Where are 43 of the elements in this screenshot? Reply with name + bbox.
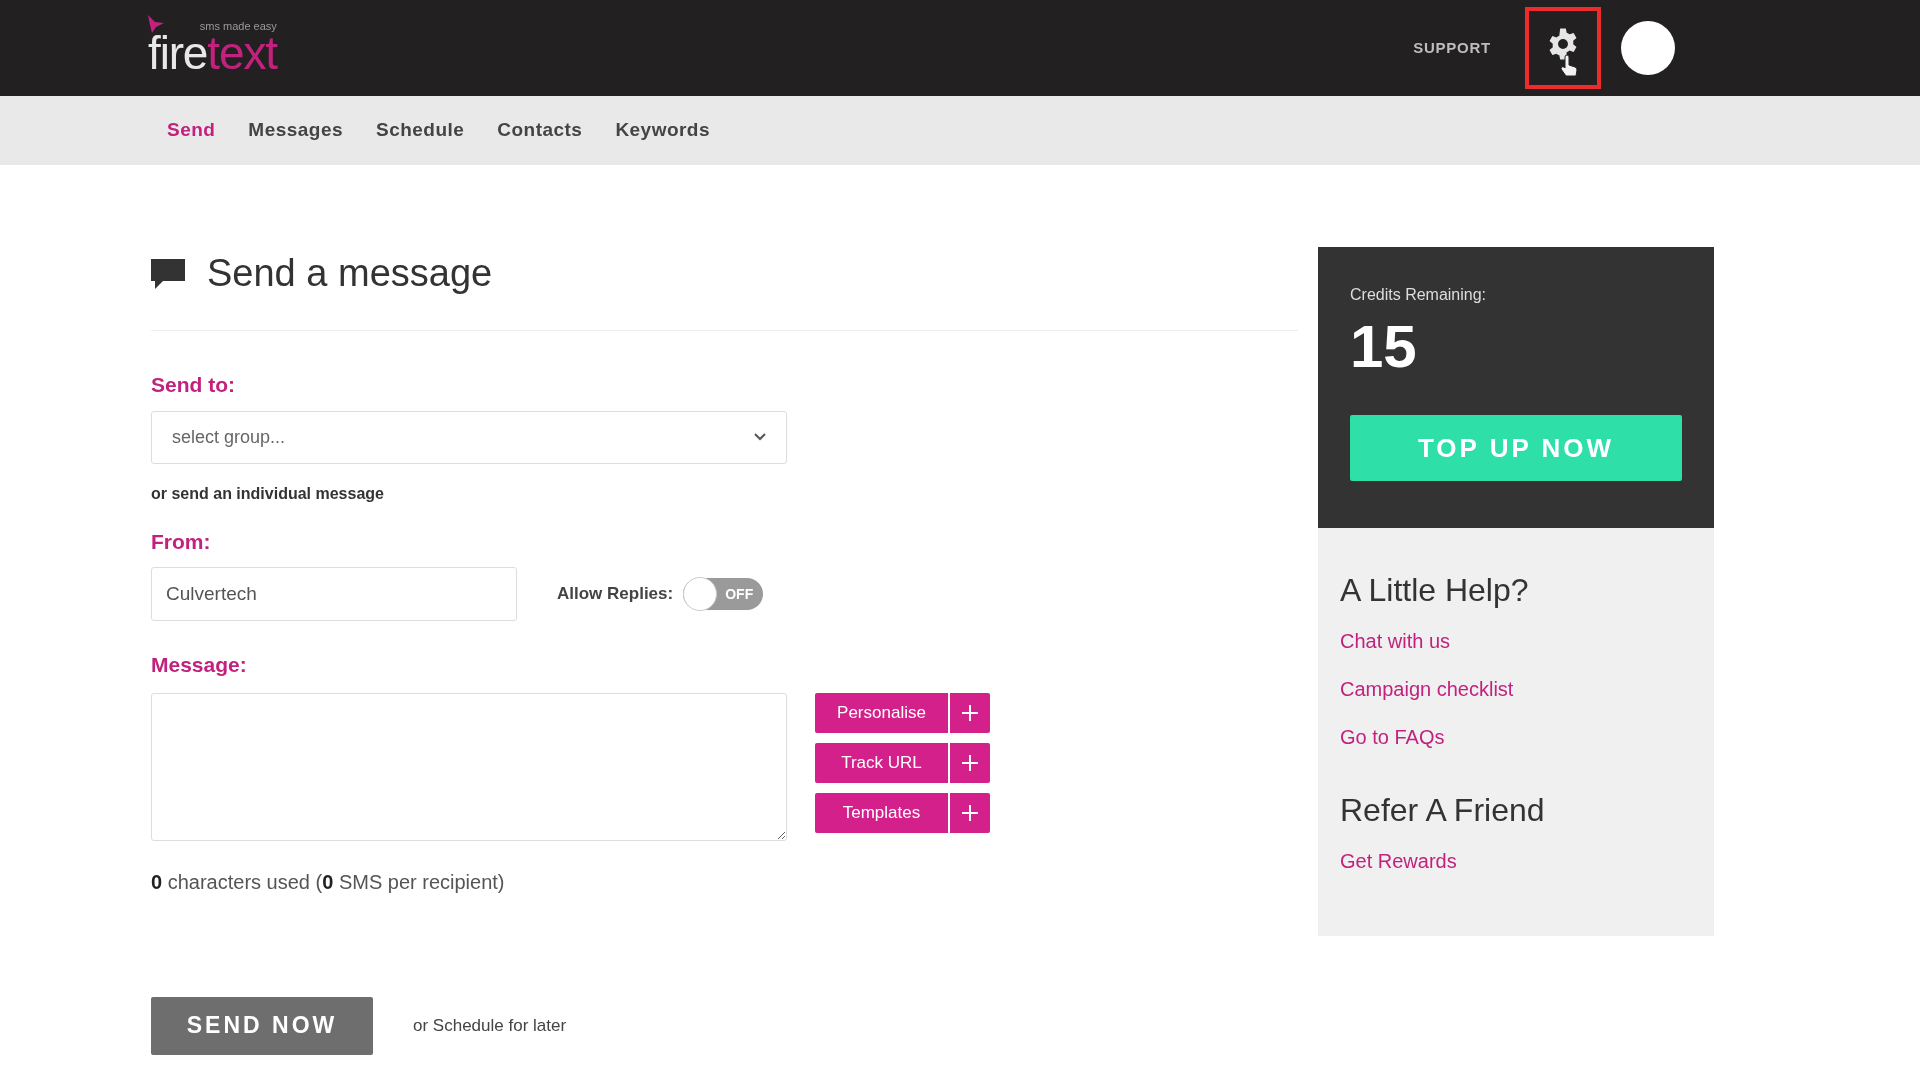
message-label: Message:: [151, 652, 248, 678]
refer-title: Refer A Friend: [1340, 791, 1545, 830]
nav-tab[interactable]: Schedule: [376, 116, 465, 145]
help-link[interactable]: Chat with us: [1340, 626, 1451, 656]
nav-tab[interactable]: Messages: [248, 116, 343, 145]
allow-replies-toggle[interactable]: OFF: [683, 578, 764, 610]
add-button[interactable]: [950, 742, 990, 783]
add-button[interactable]: [950, 692, 990, 733]
from-field[interactable]: Culvertech: [151, 567, 517, 621]
pointer-hand-icon: [1559, 55, 1579, 79]
rewards-link[interactable]: Get Rewards: [1340, 846, 1457, 876]
help-link[interactable]: Go to FAQs: [1340, 722, 1445, 752]
support-link[interactable]: SUPPORT: [1413, 36, 1491, 60]
plus-icon: [961, 803, 979, 822]
insert-tool-button[interactable]: Personalise: [815, 692, 948, 733]
from-label: From:: [151, 528, 212, 555]
insert-tool-button[interactable]: Track URL: [815, 742, 948, 783]
credits-label: Credits Remaining:: [1350, 285, 1488, 305]
nav-tab[interactable]: Send: [167, 116, 216, 145]
send-to-label: Send to:: [151, 372, 236, 398]
settings-button[interactable]: [1525, 7, 1601, 89]
credits-count: 15: [1350, 317, 1418, 377]
insert-tool-button[interactable]: Templates: [815, 792, 948, 833]
select-placeholder: select group...: [172, 425, 286, 449]
plus-icon: [961, 703, 979, 722]
help-link[interactable]: Campaign checklist: [1340, 674, 1514, 704]
individual-message-link[interactable]: or send an individual message: [151, 481, 384, 506]
send-now-button[interactable]: SEND NOW: [151, 996, 373, 1055]
allow-replies-label: Allow Replies:: [557, 583, 674, 606]
message-field[interactable]: [151, 692, 787, 841]
page-title: Send a message: [207, 251, 493, 296]
speech-bubble-icon: [151, 258, 185, 289]
avatar[interactable]: [1621, 21, 1675, 75]
add-button[interactable]: [950, 792, 990, 833]
character-counter: 0 characters used (0 SMS per recipient): [151, 869, 506, 895]
help-title: A Little Help?: [1340, 571, 1529, 610]
plus-icon: [961, 753, 979, 772]
schedule-link[interactable]: or Schedule for later: [413, 1012, 567, 1039]
chevron-down-icon: [754, 433, 766, 441]
nav-tab[interactable]: Contacts: [497, 116, 583, 145]
logo-text: fire: [148, 29, 208, 76]
nav-tab[interactable]: Keywords: [615, 116, 710, 145]
group-select[interactable]: select group...: [151, 410, 787, 464]
